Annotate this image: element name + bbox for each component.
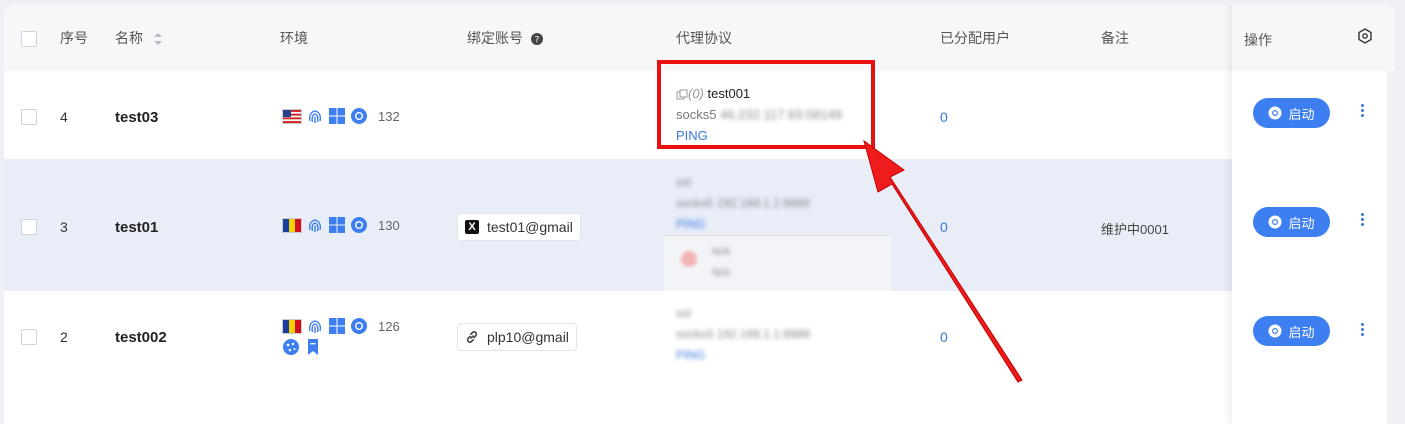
annotation-arrow — [863, 139, 1023, 383]
